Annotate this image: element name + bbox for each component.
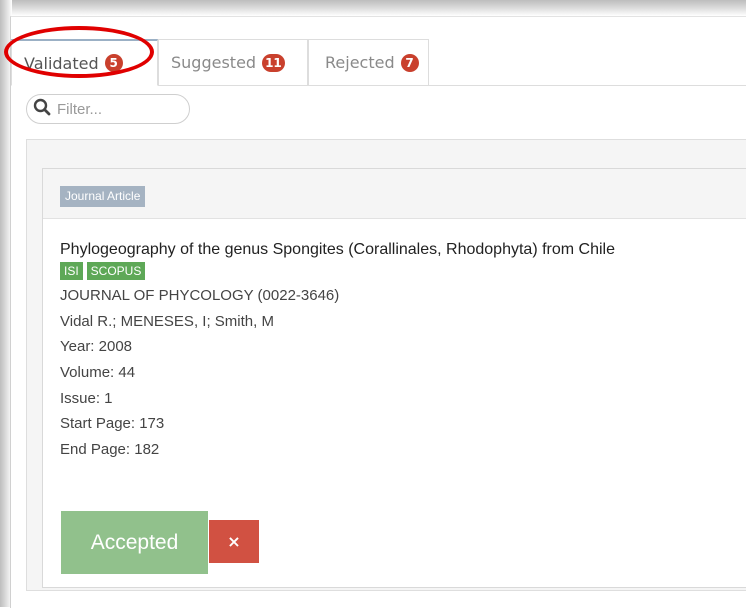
index-tag-scopus: SCOPUS xyxy=(86,262,146,280)
start-page: Start Page: 173 xyxy=(60,415,165,433)
close-icon: × xyxy=(227,532,241,551)
journal-name: JOURNAL OF PHYCOLOGY (0022-3646) xyxy=(60,287,340,304)
index-tags: ISI SCOPUS xyxy=(60,262,615,280)
index-tag-isi: ISI xyxy=(60,262,83,280)
window-shadow-top xyxy=(0,0,746,16)
search-icon xyxy=(33,98,51,120)
tab-validated-label: Validated xyxy=(24,53,99,73)
issue: Issue: 1 xyxy=(60,389,113,407)
publication-title: Phylogeography of the genus Spongites (C… xyxy=(60,241,615,258)
accepted-button[interactable]: Accepted xyxy=(61,511,208,574)
reject-button[interactable]: × xyxy=(209,520,259,563)
tab-rejected-label: Rejected xyxy=(325,53,395,72)
tab-suggested-label: Suggested xyxy=(171,53,257,72)
filter-input[interactable] xyxy=(55,99,189,119)
tab-bar: Validated 5 Suggested 11 Rejected 7 xyxy=(11,39,746,86)
volume: Volume: 44 xyxy=(60,364,136,382)
publication-type-label: Journal Article xyxy=(60,186,146,207)
tab-rejected[interactable]: Rejected 7 xyxy=(308,39,429,85)
tab-rejected-count: 7 xyxy=(400,53,419,72)
tab-suggested-count: 11 xyxy=(262,53,285,72)
year: Year: 2008 xyxy=(60,338,133,356)
card-body: Phylogeography of the genus Spongites (C… xyxy=(60,241,615,463)
authors: Vidal R.; MENESES, I; Smith, M xyxy=(60,312,274,330)
tab-validated[interactable]: Validated 5 xyxy=(11,39,158,86)
end-page: End Page: 182 xyxy=(60,441,160,459)
tab-validated-count: 5 xyxy=(104,54,123,72)
card-header: Journal Article xyxy=(43,169,746,219)
filter-box[interactable] xyxy=(26,94,190,124)
tab-suggested[interactable]: Suggested 11 xyxy=(158,39,308,85)
